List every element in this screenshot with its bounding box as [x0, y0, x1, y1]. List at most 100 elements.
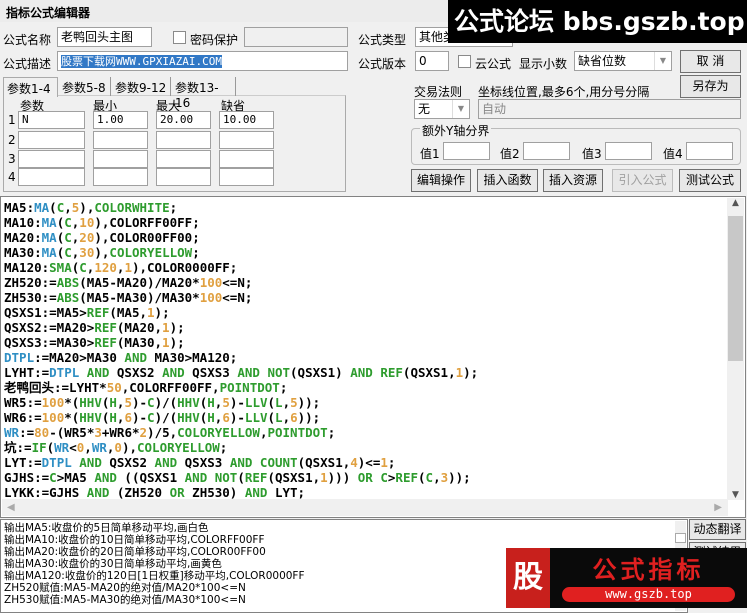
param-max-input[interactable] — [156, 150, 211, 168]
save-as-button[interactable]: 另存为 — [680, 75, 741, 98]
code-token: OR — [169, 485, 185, 500]
param-max-input[interactable] — [156, 168, 211, 186]
tab-params-5-8[interactable]: 参数5-8 — [59, 77, 111, 96]
action-button[interactable]: 测试公式 — [679, 169, 741, 192]
code-token: ABS — [56, 275, 80, 290]
scroll-right-icon[interactable]: ▶ — [714, 499, 722, 516]
code-token: 3 — [94, 425, 102, 440]
code-text[interactable]: MA5:MA(C,5),COLORWHITE; MA10:MA(C,10),COL… — [4, 200, 478, 500]
code-token: 10 — [79, 215, 95, 230]
formula-name-input[interactable]: 老鸭回头主图 — [57, 27, 152, 47]
code-token: ))) — [327, 470, 351, 485]
code-token: ), — [79, 200, 95, 215]
extra-value-input[interactable] — [605, 142, 652, 160]
param-default-input[interactable] — [219, 131, 274, 149]
param-min-input[interactable] — [93, 131, 148, 149]
code-token: C — [64, 230, 72, 245]
param-row-number: 3 — [8, 152, 16, 166]
code-token: WR — [91, 440, 107, 455]
tab-params-1-4[interactable]: 参数1-4 — [3, 77, 58, 97]
code-token: ; — [327, 425, 336, 440]
param-name-input[interactable] — [18, 131, 85, 149]
password-checkbox[interactable] — [173, 31, 186, 44]
code-token: 4 — [350, 455, 358, 470]
code-token: := — [19, 425, 35, 440]
formula-version-input[interactable]: 0 — [415, 51, 449, 71]
param-max-input[interactable] — [156, 131, 211, 149]
scrollbar-thumb[interactable] — [728, 216, 743, 361]
action-button[interactable]: 插入函数 — [477, 169, 538, 192]
code-token: MA5: — [4, 200, 35, 215]
chevron-down-icon: ▼ — [654, 52, 671, 70]
axis-lines-input[interactable]: 自动 — [478, 99, 741, 119]
param-min-input[interactable] — [93, 150, 148, 168]
code-token: COUNT — [259, 455, 298, 470]
code-token: REF — [94, 320, 117, 335]
tab-params-9-12[interactable]: 参数9-12 — [112, 77, 171, 96]
param-name-input[interactable] — [18, 150, 85, 168]
code-token: )/( — [154, 410, 178, 425]
horizontal-scrollbar[interactable]: ◀ ▶ — [2, 499, 728, 516]
code-token: 1 — [320, 470, 328, 485]
trade-rule-select[interactable]: 无 ▼ — [414, 99, 470, 119]
vertical-scrollbar[interactable]: ▲ ▼ — [727, 198, 744, 500]
code-token: 老鸭回头:=LYHT* — [4, 380, 107, 395]
code-token: , — [433, 470, 441, 485]
code-token: (MA5, — [109, 305, 148, 320]
cloud-formula-checkbox[interactable] — [458, 55, 471, 68]
code-token: C — [380, 470, 388, 485]
code-token: *( — [64, 395, 80, 410]
tab-params-13-16[interactable]: 参数13-16 — [172, 77, 236, 110]
code-token: REF — [94, 335, 117, 350]
param-min-input[interactable]: 1.00 — [93, 111, 148, 129]
code-token: AND — [184, 470, 208, 485]
action-button[interactable]: 编辑操作 — [411, 169, 471, 192]
code-line: LYKK:=GJHS AND (ZH520 OR ZH530) AND LYT; — [4, 485, 478, 500]
code-token: QSXS1:=MA5> — [4, 305, 87, 320]
password-input[interactable] — [244, 27, 348, 47]
code-token: ( — [49, 200, 57, 215]
extra-value-input[interactable] — [523, 142, 570, 160]
code-token: ZH530) — [184, 485, 245, 500]
param-default-input[interactable] — [219, 150, 274, 168]
code-token: H — [109, 410, 117, 425]
code-token: COLORYELLOW — [109, 245, 193, 260]
param-name-input[interactable]: N — [18, 111, 85, 129]
action-button[interactable]: 引入公式 — [612, 169, 673, 192]
scroll-down-icon[interactable]: ▼ — [727, 490, 744, 500]
param-min-input[interactable] — [93, 168, 148, 186]
param-default-input[interactable]: 10.00 — [219, 111, 274, 129]
code-line: MA30:MA(C,30),COLORYELLOW; — [4, 245, 478, 260]
param-default-input[interactable] — [219, 168, 274, 186]
param-name-input[interactable] — [18, 168, 85, 186]
code-token: LYT:= — [4, 455, 42, 470]
cancel-button[interactable]: 取 消 — [680, 50, 741, 73]
scroll-left-icon[interactable]: ◀ — [7, 502, 15, 513]
action-button[interactable]: 插入资源 — [543, 169, 603, 192]
code-token: AND — [94, 470, 117, 485]
code-token: COLORYELLOW — [137, 440, 220, 455]
code-line: MA5:MA(C,5),COLORWHITE; — [4, 200, 478, 215]
code-token: C — [425, 470, 434, 485]
code-token: ; — [219, 440, 228, 455]
extra-value-input[interactable] — [443, 142, 490, 160]
code-token: ),COLOR00FF00; — [94, 230, 200, 245]
extra-value-input[interactable] — [686, 142, 733, 160]
decimals-select[interactable]: 缺省位数 ▼ — [574, 51, 672, 71]
code-token: AND — [229, 455, 253, 470]
dynamic-translate-button[interactable]: 动态翻译 — [689, 519, 746, 540]
formula-desc-selected-text: 股票下载网WWW.GPXIAZAI.COM — [61, 55, 222, 68]
code-token: 5 — [124, 395, 132, 410]
scroll-up-icon[interactable]: ▲ — [727, 198, 744, 208]
code-editor[interactable]: MA5:MA(C,5),COLORWHITE; MA10:MA(C,10),COL… — [0, 196, 746, 518]
code-token: 5 — [222, 395, 230, 410]
code-token: REF — [395, 470, 418, 485]
extra-value-label: 值3 — [582, 147, 602, 161]
code-token: )- — [131, 410, 148, 425]
code-token: (QSXS1, — [297, 455, 351, 470]
formula-desc-input[interactable]: 股票下载网WWW.GPXIAZAI.COM — [57, 51, 348, 71]
code-token: 6 — [222, 410, 230, 425]
code-token: )<= — [357, 455, 381, 470]
param-max-input[interactable]: 20.00 — [156, 111, 211, 129]
code-token: C — [49, 470, 57, 485]
